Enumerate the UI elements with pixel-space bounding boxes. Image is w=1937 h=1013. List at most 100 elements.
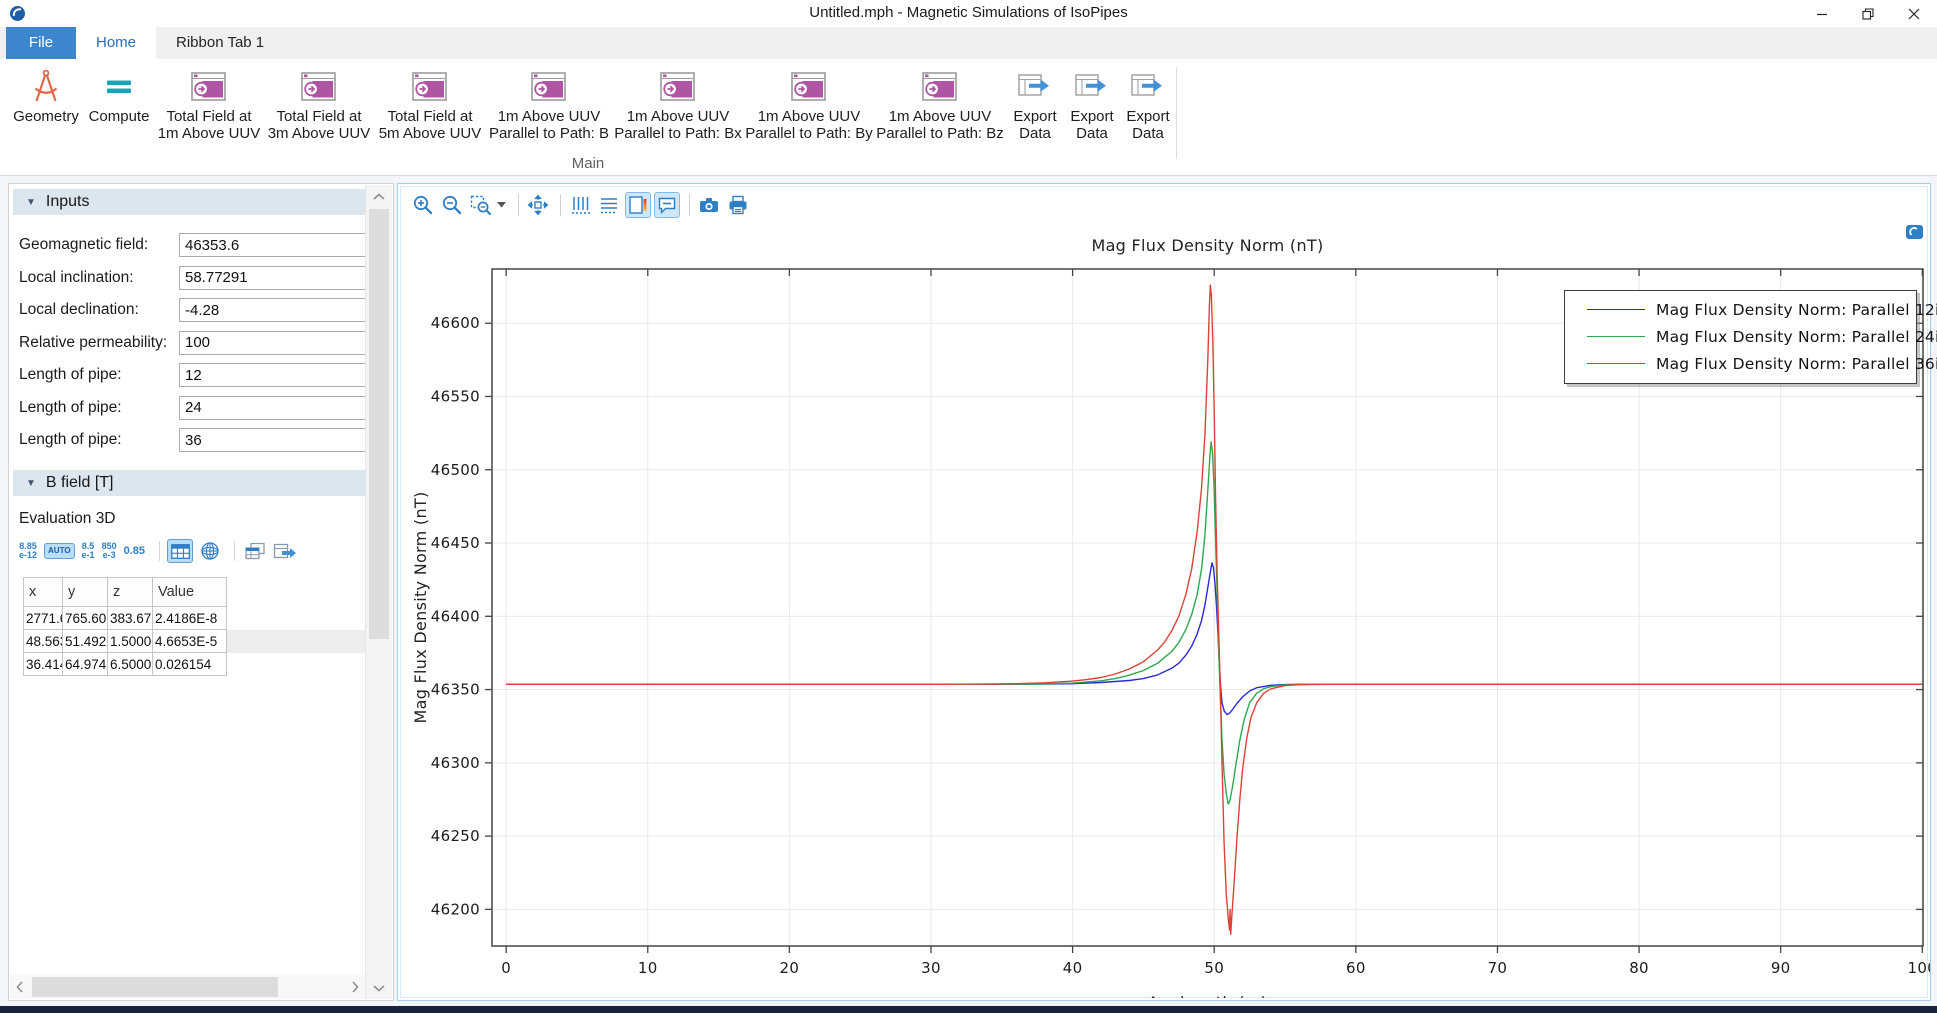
- scroll-right-icon[interactable]: [345, 977, 365, 997]
- evaluation-table[interactable]: xyzValue2771.6765.60383.672.4186E-848.56…: [23, 577, 370, 676]
- y-tick-label: 46350: [431, 681, 480, 699]
- ribbon-button-compute[interactable]: Compute: [84, 64, 154, 125]
- ribbon-button-1m-above-uuv-parallel-to-path-b[interactable]: 1m Above UUV Parallel to Path: B: [486, 64, 612, 142]
- legend-entry: Mag Flux Density Norm: Parallel 12in: [1573, 296, 1908, 323]
- minimize-icon[interactable]: [1799, 0, 1845, 27]
- table-row[interactable]: 36.41464.9746.50000.026154: [24, 653, 370, 676]
- snapshot-icon[interactable]: [696, 192, 722, 218]
- table-cell: 36.414: [24, 653, 63, 676]
- tooltip-toggle-icon[interactable]: [654, 192, 680, 218]
- plot-window-icon: [531, 64, 567, 108]
- tab-file[interactable]: File: [6, 27, 76, 59]
- xy-grid-icon[interactable]: [596, 192, 622, 218]
- input-length-of-pipe-6[interactable]: [179, 428, 373, 452]
- scroll-down-icon[interactable]: [369, 978, 389, 998]
- ribbon-button-total-field-at-5m-above-uuv[interactable]: Total Field at 5m Above UUV: [374, 64, 486, 142]
- y-tick-label: 46550: [431, 387, 480, 405]
- table-row[interactable]: 48.56351.4921.50004.6653E-5: [24, 630, 370, 653]
- copy-table-icon[interactable]: [242, 539, 268, 563]
- ribbon-button-export-data[interactable]: Export Data: [1064, 64, 1120, 142]
- table-icon[interactable]: [167, 539, 193, 563]
- close-icon[interactable]: [1891, 0, 1937, 27]
- ribbon-button-1m-above-uuv-parallel-to-path-by[interactable]: 1m Above UUV Parallel to Path: By: [744, 64, 874, 142]
- field-label: Local inclination:: [19, 269, 134, 287]
- ribbon-button-label: 1m Above UUV Parallel to Path: Bz: [876, 108, 1004, 142]
- y-tick-label: 46450: [431, 534, 480, 552]
- x-tick-label: 10: [638, 959, 658, 977]
- table-header-z[interactable]: z: [108, 578, 153, 607]
- table-header-y[interactable]: y: [63, 578, 108, 607]
- export-icon: [1130, 64, 1166, 108]
- table-cell: 0.026154: [153, 653, 227, 676]
- ribbon-button-1m-above-uuv-parallel-to-path-bx[interactable]: 1m Above UUV Parallel to Path: Bx: [612, 64, 744, 142]
- horizontal-scrollbar[interactable]: [10, 975, 365, 999]
- legend-toggle-icon[interactable]: [625, 192, 651, 218]
- y-grid-icon[interactable]: [567, 192, 593, 218]
- globe-icon[interactable]: [197, 539, 223, 563]
- input-geomagnetic-field-0[interactable]: [179, 233, 373, 257]
- ribbon: Geometry ComputeTotal Field at 1m Above U…: [0, 59, 1937, 176]
- zoom-extents-icon[interactable]: [525, 192, 551, 218]
- table-cell-filler: [227, 630, 370, 653]
- x-tick-label: 50: [1204, 959, 1224, 977]
- toolbar-separator: [689, 194, 690, 216]
- comsol-logo-icon: [1906, 225, 1923, 244]
- ribbon-button-total-field-at-3m-above-uuv[interactable]: Total Field at 3m Above UUV: [264, 64, 374, 142]
- input-relative-permeability-3[interactable]: [179, 331, 373, 355]
- inputs-section-header[interactable]: ▼ Inputs: [13, 189, 365, 215]
- zoom-in-icon[interactable]: [410, 192, 436, 218]
- precision-button-auto[interactable]: AUTO: [44, 543, 75, 559]
- window-title: Untitled.mph - Magnetic Simulations of I…: [0, 0, 1937, 26]
- graphics-window: 0102030405060708090100462004625046300463…: [397, 183, 1931, 1001]
- title-bar: Untitled.mph - Magnetic Simulations of I…: [0, 0, 1937, 27]
- tab-ribbon-tab-1[interactable]: Ribbon Tab 1: [156, 27, 284, 59]
- ribbon-button-total-field-at-1m-above-uuv[interactable]: Total Field at 1m Above UUV: [154, 64, 264, 142]
- ribbon-button-label: Export Data: [1126, 108, 1169, 142]
- input-length-of-pipe-5[interactable]: [179, 396, 373, 420]
- tab-home[interactable]: Home: [76, 27, 156, 59]
- scrollbar-thumb[interactable]: [369, 209, 389, 639]
- toolbar-separator: [159, 541, 160, 561]
- zoom-out-icon[interactable]: [439, 192, 465, 218]
- legend-entry: Mag Flux Density Norm: Parallel 36in: [1573, 350, 1908, 377]
- toolbar-separator: [234, 541, 235, 561]
- zoom-box-icon[interactable]: [468, 192, 494, 218]
- field-label: Length of pipe:: [19, 366, 122, 384]
- dropdown-caret-icon[interactable]: [497, 202, 506, 208]
- table-header-filler: [227, 578, 370, 607]
- export-icon: [1017, 64, 1053, 108]
- table-cell: 64.974: [63, 653, 108, 676]
- y-tick-label: 46200: [431, 900, 480, 918]
- vertical-scrollbar[interactable]: [365, 185, 392, 999]
- input-local-declination-2[interactable]: [179, 298, 373, 322]
- y-tick-label: 46300: [431, 754, 480, 772]
- chart-title: Mag Flux Density Norm (nT): [1091, 236, 1323, 255]
- precision-button-8.5e-1[interactable]: 8.5 e-1: [82, 542, 95, 560]
- table-cell: 1.5000: [108, 630, 153, 653]
- ribbon-button-export-data[interactable]: Export Data: [1006, 64, 1064, 142]
- ribbon-button-label: Compute: [89, 108, 150, 125]
- ribbon-button-export-data[interactable]: Export Data: [1120, 64, 1176, 142]
- print-icon[interactable]: [725, 192, 751, 218]
- precision-button-0.85[interactable]: 0.85: [124, 546, 145, 557]
- y-tick-label: 46250: [431, 827, 480, 845]
- field-label: Length of pipe:: [19, 431, 122, 449]
- table-header-Value[interactable]: Value: [153, 578, 227, 607]
- legend-line-sample: [1587, 336, 1645, 337]
- precision-button-850e-3[interactable]: 850 e-3: [102, 542, 117, 560]
- restore-icon[interactable]: [1845, 0, 1891, 27]
- table-cell: 4.6653E-5: [153, 630, 227, 653]
- scrollbar-thumb[interactable]: [32, 977, 278, 997]
- export-table-icon[interactable]: [272, 539, 298, 563]
- scroll-up-icon[interactable]: [369, 187, 389, 207]
- table-header-x[interactable]: x: [24, 578, 63, 607]
- field-label: Local declination:: [19, 301, 139, 319]
- input-length-of-pipe-4[interactable]: [179, 363, 373, 387]
- ribbon-button-1m-above-uuv-parallel-to-path-bz[interactable]: 1m Above UUV Parallel to Path: Bz: [874, 64, 1006, 142]
- table-row[interactable]: 2771.6765.60383.672.4186E-8: [24, 607, 370, 630]
- scroll-left-icon[interactable]: [10, 977, 30, 997]
- precision-button-8.85e-12[interactable]: 8.85 e-12: [19, 542, 37, 560]
- input-local-inclination-1[interactable]: [179, 266, 373, 290]
- bfield-section-header[interactable]: ▼ B field [T]: [13, 470, 365, 496]
- ribbon-button-geometry[interactable]: Geometry: [8, 64, 84, 125]
